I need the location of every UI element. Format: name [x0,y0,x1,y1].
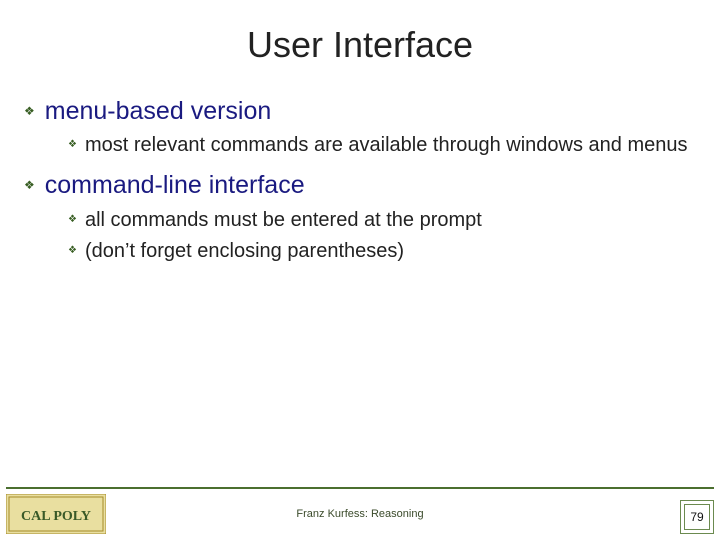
page-number: 79 [684,504,710,530]
slide-title: User Interface [0,0,720,66]
slide-body: ❖ menu-based version ❖ most relevant com… [0,66,720,264]
slide: User Interface ❖ menu-based version ❖ mo… [0,0,720,540]
diamond-bullet-icon: ❖ [68,139,77,150]
list-item-label: command-line interface [45,170,305,201]
diamond-bullet-icon: ❖ [24,178,35,192]
list-subitem: ❖ (don’t forget enclosing parentheses) [24,239,696,264]
list-subitem-label: (don’t forget enclosing parentheses) [85,239,404,264]
diamond-bullet-icon: ❖ [24,104,35,118]
footer-text: Franz Kurfess: Reasoning [0,508,720,520]
list-subitem-label: all commands must be entered at the prom… [85,208,482,233]
page-number-box: 79 [680,500,714,534]
diamond-bullet-icon: ❖ [68,214,77,225]
list-item: ❖ menu-based version [24,96,696,127]
list-item: ❖ command-line interface [24,170,696,201]
list-subitem: ❖ all commands must be entered at the pr… [24,208,696,233]
list-subitem: ❖ most relevant commands are available t… [24,133,696,158]
footer-divider [6,487,714,489]
list-item-label: menu-based version [45,96,272,127]
list-subitem-label: most relevant commands are available thr… [85,133,688,158]
diamond-bullet-icon: ❖ [68,245,77,256]
